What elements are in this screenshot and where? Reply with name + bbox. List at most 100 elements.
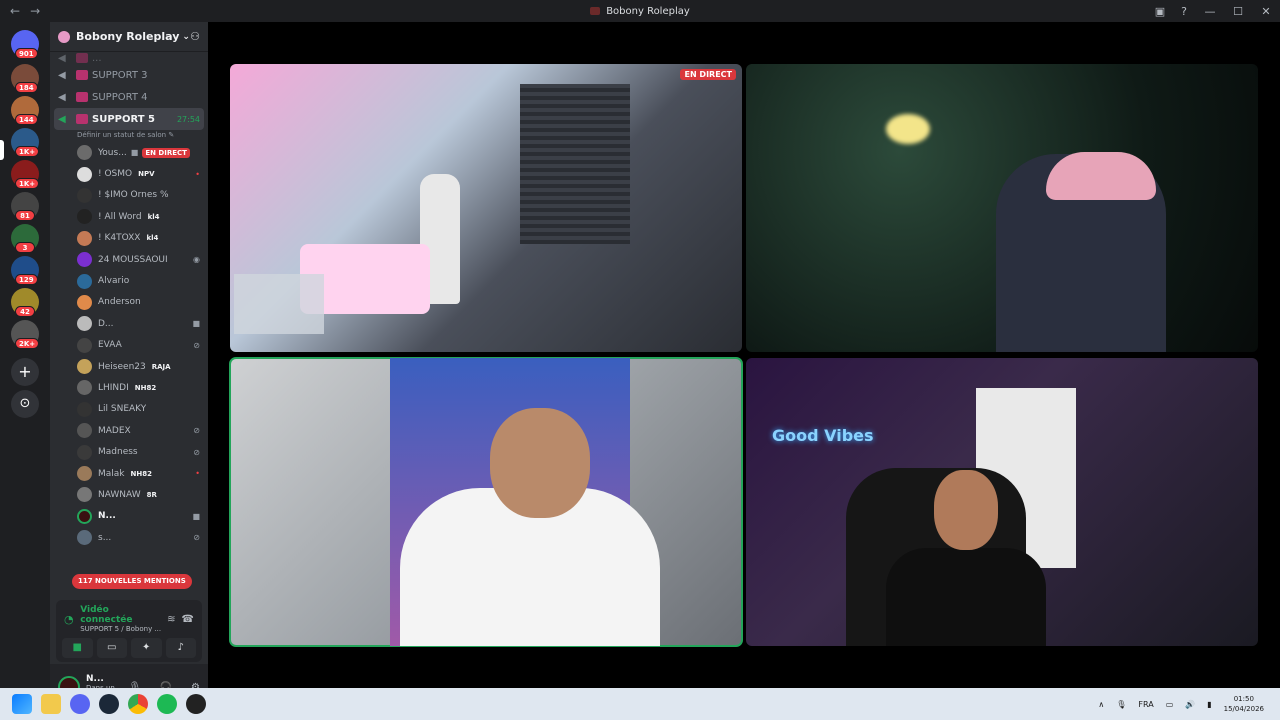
- soundboard-button[interactable]: ♪: [165, 638, 196, 658]
- guild-item[interactable]: 1K+: [11, 128, 40, 157]
- voice-member[interactable]: EVAA ⊘: [50, 335, 208, 356]
- disconnect-icon[interactable]: ☎: [182, 614, 194, 625]
- avatar: [77, 508, 92, 524]
- voice-member[interactable]: ! All Word kl4: [50, 206, 208, 227]
- channel-name: SUPPORT 3: [92, 69, 148, 81]
- voice-member[interactable]: N... ■: [50, 506, 208, 527]
- guild-item[interactable]: 81: [11, 192, 39, 221]
- discord-icon[interactable]: [70, 694, 90, 714]
- guild-item[interactable]: 184: [11, 64, 39, 93]
- video-stage: EN DIRECT Good Vibes: [208, 22, 1280, 688]
- status-dot-icon: •: [195, 469, 200, 479]
- activity-icon: ◉: [193, 255, 200, 265]
- start-windows-icon[interactable]: [12, 694, 32, 714]
- speaker-icon: ◀: [58, 52, 66, 64]
- clock-date: 15/04/2026: [1223, 705, 1264, 713]
- file-explorer-icon[interactable]: [41, 694, 61, 714]
- channel-tag-icon: [76, 92, 88, 102]
- voice-member[interactable]: Madness ⊘: [50, 441, 208, 462]
- avatar: [77, 337, 92, 353]
- voice-channel-path[interactable]: SUPPORT 5 / Bobony ...: [80, 625, 161, 633]
- voice-member[interactable]: MADEX ⊘: [50, 420, 208, 441]
- avatar: [77, 380, 92, 396]
- voice-member[interactable]: Malak NH82 •: [50, 463, 208, 484]
- noise-suppression-icon[interactable]: ≋: [167, 614, 175, 625]
- chrome-icon[interactable]: [128, 694, 148, 714]
- signal-icon[interactable]: ◔: [64, 613, 80, 626]
- close-button[interactable]: ✕: [1252, 5, 1280, 18]
- guild-item[interactable]: 2K+: [11, 320, 40, 349]
- voice-channel-partial[interactable]: ◀...: [50, 52, 208, 64]
- maximize-button[interactable]: ☐: [1224, 5, 1252, 18]
- voice-member[interactable]: s... ⊘: [50, 527, 208, 548]
- system-clock[interactable]: 01:50 15/04/2026: [1224, 694, 1264, 714]
- camera-tile-3[interactable]: Good Vibes: [746, 358, 1258, 646]
- voice-status[interactable]: Vidéo connectée: [80, 605, 161, 625]
- game-launcher-icon[interactable]: [186, 694, 206, 714]
- member-tag: NPV: [138, 170, 155, 179]
- live-badge: EN DIRECT: [142, 147, 190, 158]
- chevron-up-icon[interactable]: ∧: [1098, 700, 1104, 709]
- voice-member[interactable]: D... ■: [50, 313, 208, 334]
- voice-member[interactable]: NAWNAW 8R: [50, 484, 208, 505]
- keyboard-language[interactable]: FRA: [1138, 700, 1153, 709]
- voice-member[interactable]: Lil SNEAKY: [50, 399, 208, 420]
- voice-member[interactable]: Heiseen23 RAJA: [50, 356, 208, 377]
- avatar: [77, 294, 92, 310]
- new-mentions-banner[interactable]: 117 NOUVELLES MENTIONS: [72, 574, 192, 589]
- server-header[interactable]: Bobony Roleplay ⌄ ⚇: [50, 22, 208, 52]
- member-tag: NH82: [134, 383, 157, 392]
- voice-member[interactable]: ! $IMO Ornes %: [50, 185, 208, 206]
- add-server-icon[interactable]: +: [11, 358, 39, 386]
- activities-button[interactable]: ✦: [131, 638, 162, 658]
- clock-time: 01:50: [1233, 695, 1254, 703]
- guild-item[interactable]: 144: [11, 96, 39, 125]
- discover-icon[interactable]: ⊙: [11, 390, 39, 418]
- voice-channel[interactable]: ◀ SUPPORT 3: [50, 64, 208, 86]
- minimize-button[interactable]: —: [1196, 5, 1224, 18]
- voice-channel-active[interactable]: ◀ SUPPORT 5 27:54: [54, 108, 204, 130]
- channel-status-hint[interactable]: Définir un statut de salon ✎: [50, 130, 208, 142]
- steam-icon[interactable]: [99, 694, 119, 714]
- pencil-icon: ✎: [168, 131, 175, 139]
- member-tag: 8R: [146, 490, 157, 499]
- camera-button[interactable]: ■: [62, 638, 93, 658]
- avatar: [77, 444, 92, 460]
- microphone-tray-icon[interactable]: 🎙: [1116, 700, 1126, 709]
- channel-name: SUPPORT 4: [92, 91, 148, 103]
- spotify-icon[interactable]: [157, 694, 177, 714]
- voice-channel[interactable]: ◀ SUPPORT 4: [50, 86, 208, 108]
- video-icon: ■: [192, 319, 200, 329]
- user-name[interactable]: N...: [86, 674, 122, 684]
- back-arrow-icon[interactable]: ←: [10, 4, 20, 18]
- voice-member[interactable]: Yous... ■ EN DIRECT: [50, 142, 208, 163]
- avatar: [77, 273, 92, 289]
- volume-icon[interactable]: 🔊: [1185, 700, 1195, 709]
- guild-item[interactable]: 1K+: [11, 160, 40, 189]
- voice-member[interactable]: 24 MOUSSAOUI ◉: [50, 249, 208, 270]
- member-tag: NH82: [130, 469, 152, 478]
- battery-icon[interactable]: ▮: [1207, 700, 1211, 709]
- guild-item[interactable]: 3: [11, 224, 39, 253]
- forward-arrow-icon[interactable]: →: [30, 4, 40, 18]
- voice-member[interactable]: ! K4TOXX kl4: [50, 228, 208, 249]
- inbox-icon[interactable]: ▣: [1148, 5, 1172, 18]
- screen-share-button[interactable]: ▭: [96, 638, 127, 658]
- help-icon[interactable]: ?: [1172, 5, 1196, 18]
- voice-member[interactable]: Alvario: [50, 270, 208, 291]
- app-logo-icon: [590, 6, 601, 15]
- guild-badge: 1K+: [15, 178, 40, 189]
- guild-home[interactable]: 901: [11, 30, 39, 59]
- server-icon: [58, 30, 70, 43]
- voice-member[interactable]: Anderson: [50, 292, 208, 313]
- avatar: [77, 487, 92, 503]
- voice-member[interactable]: ! OSMO NPV •: [50, 163, 208, 184]
- camera-tile-2[interactable]: [229, 357, 743, 647]
- camera-tile-1[interactable]: [746, 64, 1258, 352]
- guild-item[interactable]: 129: [11, 256, 39, 285]
- stream-tile-game[interactable]: EN DIRECT: [230, 64, 742, 352]
- voice-member[interactable]: LHINDI NH82: [50, 377, 208, 398]
- network-icon[interactable]: ▭: [1166, 700, 1174, 709]
- add-member-icon[interactable]: ⚇: [190, 30, 200, 43]
- guild-item[interactable]: 42: [11, 288, 39, 317]
